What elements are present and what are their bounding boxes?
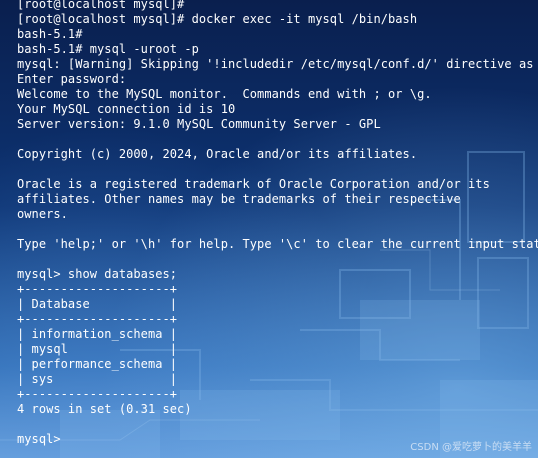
terminal-window[interactable]: [root@localhost mysql]# [root@localhost m…	[0, 0, 538, 458]
terminal-line: Your MySQL connection id is 10	[17, 102, 236, 116]
terminal-line: | Database |	[17, 297, 178, 311]
terminal-line: Oracle is a registered trademark of Orac…	[17, 177, 490, 191]
terminal-line: Enter password:	[17, 72, 127, 86]
terminal-line: 4 rows in set (0.31 sec)	[17, 402, 192, 416]
terminal-line: mysql> show databases;	[17, 267, 178, 281]
terminal-line: Server version: 9.1.0 MySQL Community Se…	[17, 117, 381, 131]
terminal-line: | sys |	[17, 372, 178, 386]
terminal-line: Type 'help;' or '\h' for help. Type '\c'…	[17, 237, 538, 251]
terminal-line: bash-5.1#	[17, 27, 83, 41]
terminal-line: +--------------------+	[17, 282, 178, 296]
terminal-line: affiliates. Other names may be trademark…	[17, 192, 461, 206]
watermark: CSDN @爱吃萝卜的美羊羊	[410, 442, 532, 453]
terminal-line: [root@localhost mysql]# docker exec -it …	[17, 12, 418, 26]
terminal-line: +--------------------+	[17, 312, 178, 326]
terminal-output[interactable]: [root@localhost mysql]# [root@localhost m…	[17, 0, 538, 447]
terminal-line: bash-5.1# mysql -uroot -p	[17, 42, 199, 56]
terminal-line: | information_schema |	[17, 327, 178, 341]
terminal-line: owners.	[17, 207, 68, 221]
terminal-line: [root@localhost mysql]#	[17, 0, 185, 11]
terminal-line: | performance_schema |	[17, 357, 178, 371]
terminal-line: Welcome to the MySQL monitor. Commands e…	[17, 87, 432, 101]
terminal-line: Copyright (c) 2000, 2024, Oracle and/or …	[17, 147, 418, 161]
terminal-line: +--------------------+	[17, 387, 178, 401]
terminal-line: | mysql |	[17, 342, 178, 356]
terminal-line: mysql: [Warning] Skipping '!includedir /…	[17, 57, 538, 71]
